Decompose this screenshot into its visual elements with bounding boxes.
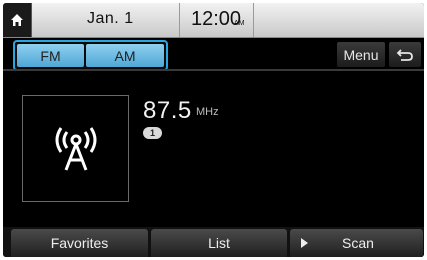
favorites-button[interactable]: Favorites	[11, 229, 148, 257]
status-divider	[179, 3, 180, 37]
header-divider	[3, 69, 424, 71]
frequency-unit: MHz	[196, 106, 219, 118]
ampm-label: AM	[234, 20, 245, 27]
home-icon	[11, 14, 23, 26]
preset-badge: 1	[143, 127, 162, 139]
fm-band-button[interactable]: FM	[17, 44, 84, 67]
radio-antenna-icon	[55, 126, 96, 171]
am-band-button[interactable]: AM	[86, 44, 164, 67]
list-button[interactable]: List	[151, 229, 287, 257]
scan-label: Scan	[342, 235, 374, 251]
date-label: Jan. 1	[87, 10, 134, 27]
band-selector: FM AM	[13, 40, 168, 71]
status-bar: Jan. 1 12:00 AM	[3, 3, 424, 38]
menu-button[interactable]: Menu	[337, 42, 385, 67]
play-icon	[301, 238, 308, 248]
station-artwork	[22, 95, 129, 202]
frequency-display: 87.5	[143, 97, 192, 124]
status-divider	[253, 3, 254, 37]
back-arrow-icon	[396, 48, 413, 61]
radio-screen: Jan. 1 12:00 AM FM AM Menu 87.5 MHz 1 Fa…	[3, 3, 424, 257]
bottom-bar: Favorites List Scan	[3, 227, 424, 257]
scan-button[interactable]: Scan	[290, 229, 423, 257]
home-button[interactable]	[3, 3, 32, 37]
back-button[interactable]	[389, 42, 421, 67]
